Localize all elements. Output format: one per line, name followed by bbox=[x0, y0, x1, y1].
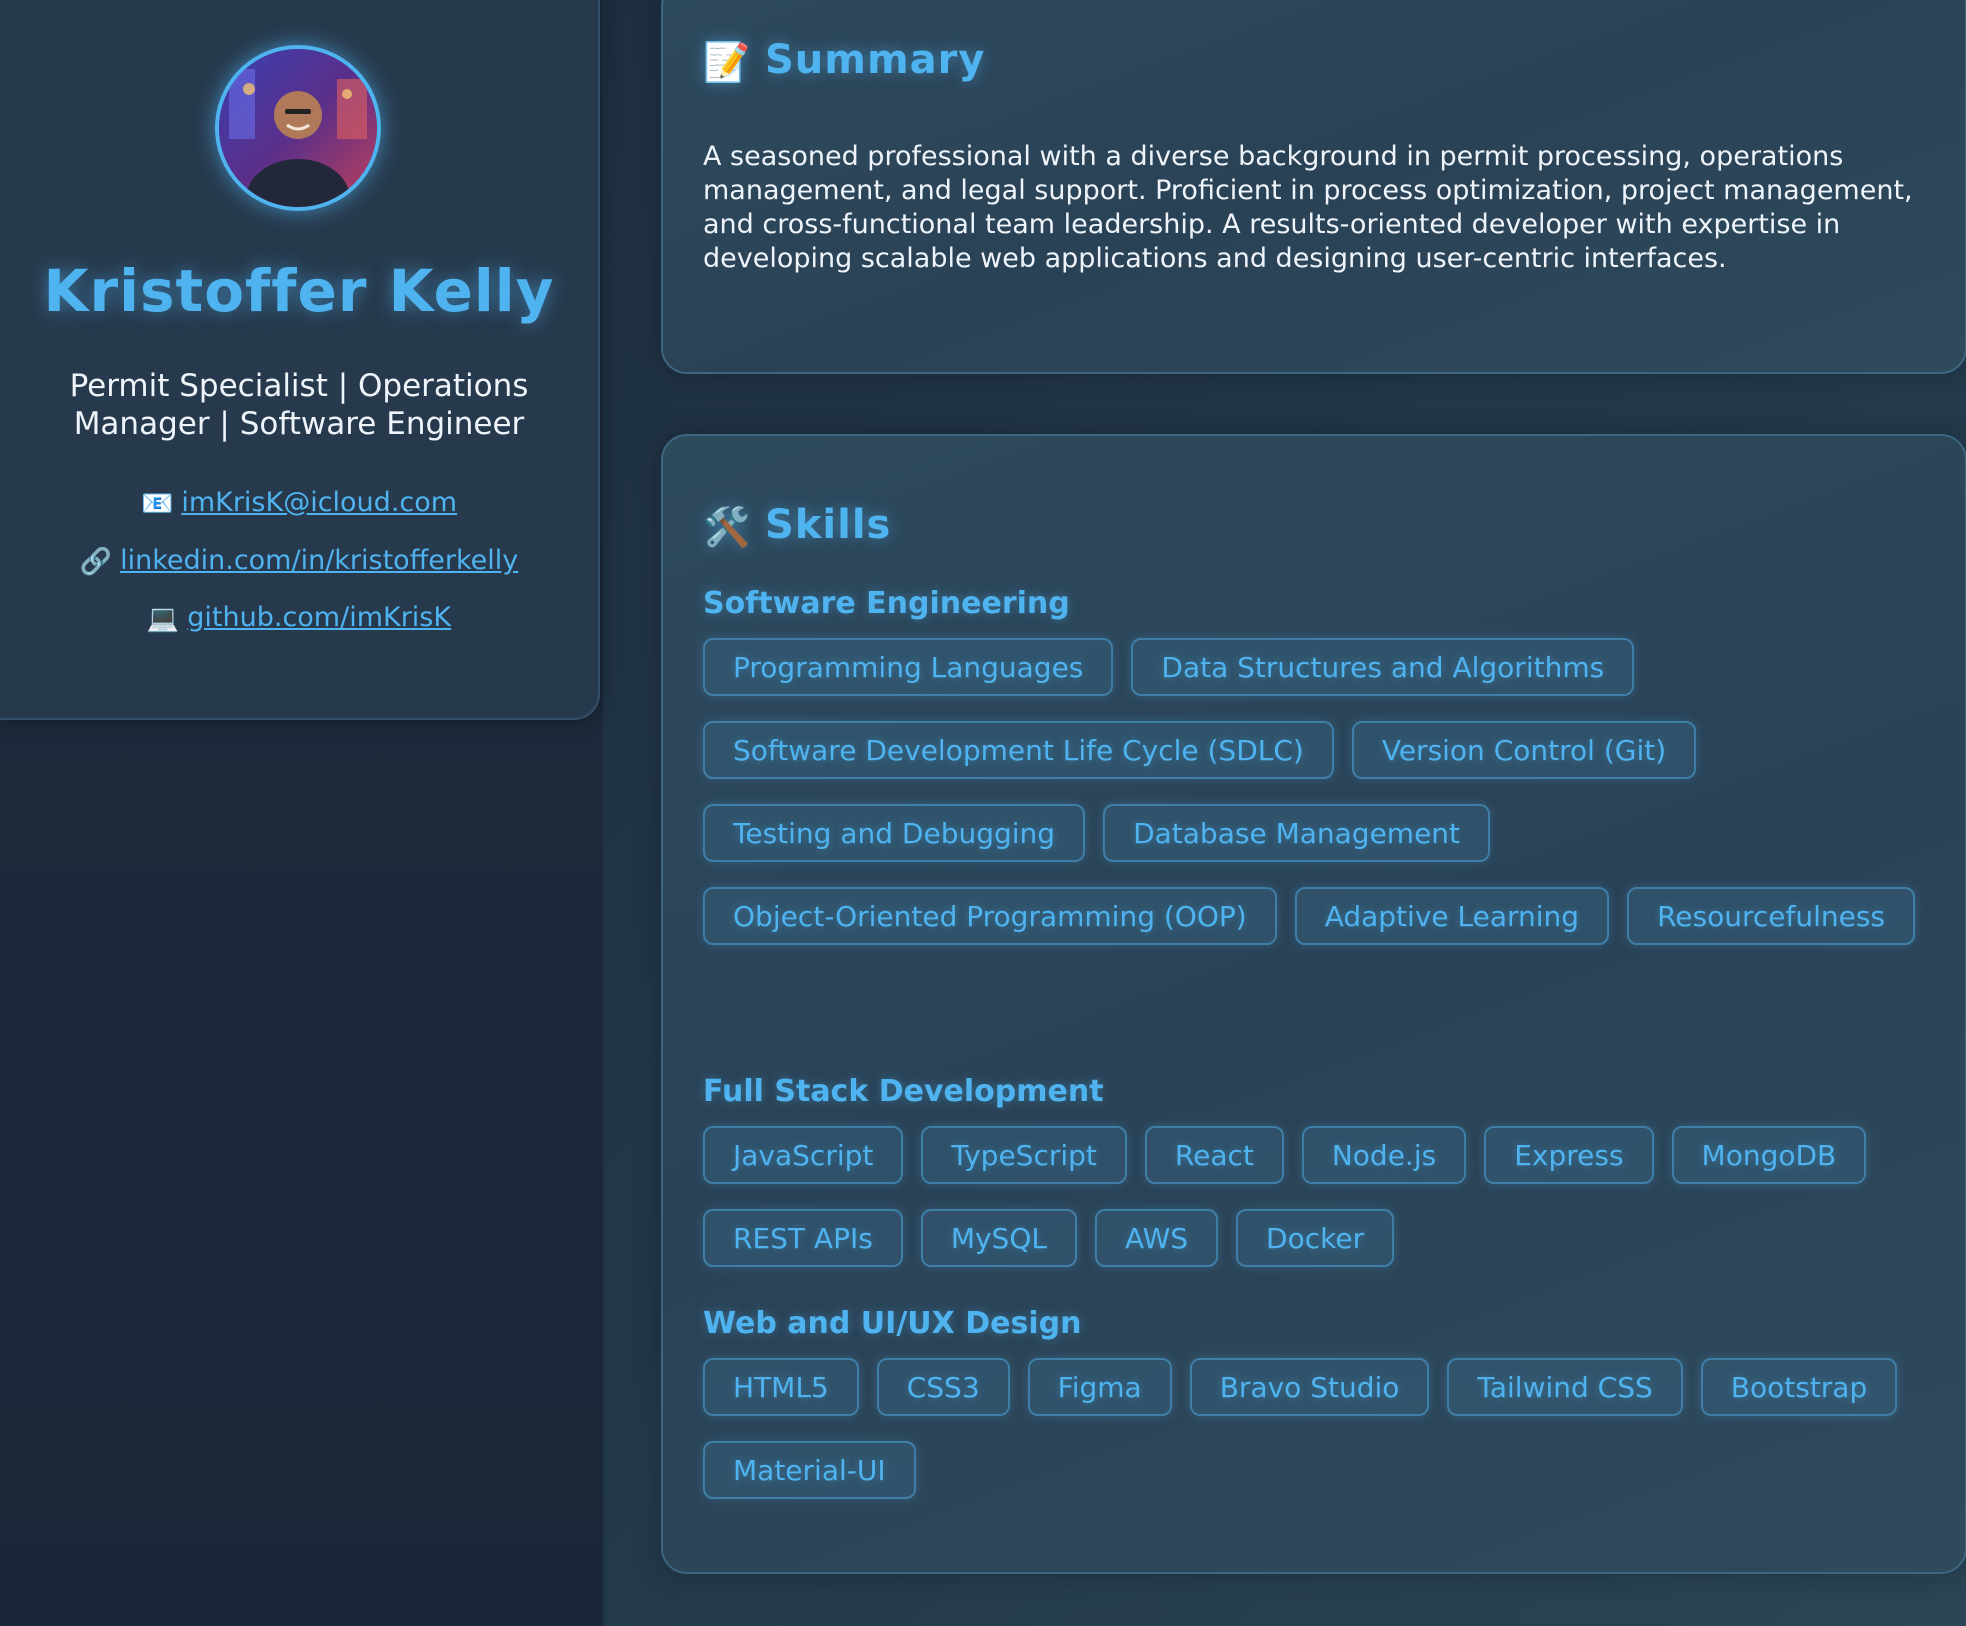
skill-tags-web-design: HTML5 CSS3 Figma Bravo Studio Tailwind C… bbox=[703, 1358, 1933, 1499]
summary-title: Summary bbox=[765, 37, 986, 83]
envelope-icon: 📧 bbox=[140, 488, 174, 519]
skill-tag: HTML5 bbox=[703, 1358, 859, 1416]
memo-icon: 📝 bbox=[703, 39, 752, 84]
skill-tag: Bootstrap bbox=[1700, 1358, 1898, 1416]
summary-text: A seasoned professional with a diverse b… bbox=[703, 141, 1913, 274]
skill-tag: Tailwind CSS bbox=[1447, 1358, 1683, 1416]
profile-card: Kristoffer Kelly Permit Specialist | Ope… bbox=[0, 0, 600, 720]
skill-tag: CSS3 bbox=[876, 1358, 1010, 1416]
summary-card: 📝 Summary A seasoned professional with a … bbox=[661, 0, 1966, 374]
skill-tag: MongoDB bbox=[1671, 1126, 1867, 1184]
skill-tag: Adaptive Learning bbox=[1294, 887, 1610, 945]
skill-tag: REST APIs bbox=[703, 1209, 903, 1267]
contact-linkedin: 🔗 linkedin.com/in/kristofferkelly bbox=[0, 544, 598, 579]
skill-tag: Database Management bbox=[1103, 804, 1491, 862]
skills-title: Skills bbox=[765, 502, 892, 548]
skill-tags-software-engineering: Programming Languages Data Structures an… bbox=[703, 638, 1933, 945]
avatar-photo bbox=[219, 49, 377, 207]
hammer-wrench-icon: 🛠️ bbox=[703, 504, 752, 549]
skill-tags-full-stack: JavaScript TypeScript React Node.js Expr… bbox=[703, 1126, 1933, 1267]
skill-tag: JavaScript bbox=[703, 1126, 904, 1184]
sidebar: Kristoffer Kelly Permit Specialist | Ope… bbox=[0, 0, 605, 1626]
skill-tag: Software Development Life Cycle (SDLC) bbox=[703, 721, 1334, 779]
skill-tag: Object-Oriented Programming (OOP) bbox=[703, 887, 1277, 945]
skills-heading: 🛠️ Skills bbox=[703, 502, 891, 550]
skill-tag: MySQL bbox=[920, 1209, 1077, 1267]
github-link[interactable]: github.com/imKrisK bbox=[187, 602, 451, 633]
email-link[interactable]: imKrisK@icloud.com bbox=[181, 487, 457, 518]
profile-tagline: Permit Specialist | Operations Manager |… bbox=[69, 368, 529, 442]
skill-group-title-software-engineering: Software Engineering bbox=[703, 586, 1070, 621]
skill-tag: Data Structures and Algorithms bbox=[1131, 638, 1635, 696]
skill-tag: Programming Languages bbox=[703, 638, 1114, 696]
contact-github: 💻 github.com/imKrisK bbox=[0, 601, 598, 636]
skill-tag: Version Control (Git) bbox=[1351, 721, 1697, 779]
skill-tag: Node.js bbox=[1301, 1126, 1467, 1184]
skill-group-title-web-design: Web and UI/UX Design bbox=[703, 1306, 1082, 1341]
skill-tag: Resourcefulness bbox=[1627, 887, 1916, 945]
skill-tag: AWS bbox=[1094, 1209, 1219, 1267]
link-icon: 🔗 bbox=[79, 546, 113, 577]
skill-tag: Bravo Studio bbox=[1189, 1358, 1430, 1416]
skills-card: 🛠️ Skills Software Engineering Programmin… bbox=[661, 434, 1966, 1574]
skill-group-title-full-stack: Full Stack Development bbox=[703, 1074, 1104, 1109]
resume-page: Kristoffer Kelly Permit Specialist | Ope… bbox=[0, 0, 1966, 1626]
skill-tag: Express bbox=[1484, 1126, 1654, 1184]
skill-tag: Docker bbox=[1236, 1209, 1395, 1267]
laptop-icon: 💻 bbox=[146, 603, 180, 634]
skill-tag: Testing and Debugging bbox=[703, 804, 1086, 862]
skill-tag: Figma bbox=[1027, 1358, 1172, 1416]
contact-email: 📧 imKrisK@icloud.com bbox=[0, 486, 598, 521]
avatar bbox=[215, 45, 381, 211]
linkedin-link[interactable]: linkedin.com/in/kristofferkelly bbox=[120, 545, 518, 576]
summary-heading: 📝 Summary bbox=[703, 37, 985, 85]
profile-name: Kristoffer Kelly bbox=[43, 257, 555, 325]
skill-tag: TypeScript bbox=[921, 1126, 1127, 1184]
skill-tag: Material-UI bbox=[703, 1441, 916, 1499]
skill-tag: React bbox=[1144, 1126, 1284, 1184]
